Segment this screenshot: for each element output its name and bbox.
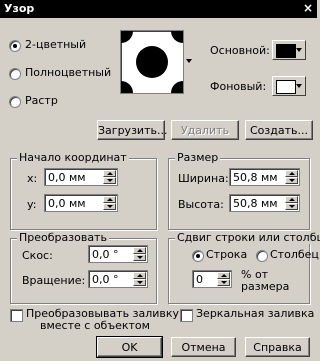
offset-column-label[interactable]: Столбец [270,248,319,261]
load-button[interactable]: Загрузить... [97,120,167,140]
origin-y-value: 0,0 мм [48,197,86,210]
size-height-spinner[interactable] [285,196,298,210]
title-bar: Узор × [0,0,317,18]
rotate-field[interactable]: 0,0 ° [88,270,148,288]
offset-row-label[interactable]: Строка [206,248,247,261]
origin-y-field[interactable]: 0,0 мм [44,194,118,212]
skew-value: 0,0 ° [92,248,119,261]
radio-2color-label[interactable]: 2-цветный [25,38,86,51]
radio-fullcolor[interactable] [9,68,21,80]
offset-spinner[interactable] [217,272,230,286]
size-height-label: Высота: [178,198,224,211]
size-width-value: 50,8 мм [233,171,278,184]
background-color-label: Фоновый: [210,80,267,93]
foreground-color-picker[interactable] [272,40,306,60]
foreground-color-label: Основной: [210,44,270,57]
origin-y-spinner[interactable] [103,196,116,210]
foreground-swatch [276,44,296,58]
mirror-fill-checkbox[interactable] [180,309,193,322]
skew-spinner[interactable] [133,247,146,261]
origin-y-label: y: [27,198,37,211]
origin-x-label: x: [27,172,38,185]
delete-button[interactable]: Удалить [171,120,239,140]
radio-fullcolor-label[interactable]: Полноцветный [25,66,111,79]
close-icon[interactable]: × [301,1,315,15]
transform-fill-label-2[interactable]: вместе с объектом [40,319,150,332]
transform-fill-checkbox[interactable] [10,309,23,322]
pattern-preview[interactable] [120,30,184,94]
offset-row-radio[interactable] [192,250,204,262]
window-title: Узор [4,2,35,15]
size-height-field[interactable]: 50,8 мм [229,194,300,212]
offset-value-field[interactable]: 0 [192,270,232,288]
size-width-field[interactable]: 50,8 мм [229,168,300,186]
origin-x-spinner[interactable] [103,170,116,184]
size-legend: Размер [175,151,221,164]
transform-legend: Преобразовать [17,231,109,244]
skew-label: Скос: [22,249,53,262]
rotate-label: Вращение: [22,274,86,287]
offset-legend: Сдвиг строки или столбца [175,231,320,244]
ok-button[interactable]: OK [96,336,163,358]
radio-bitmap[interactable] [9,96,21,108]
origin-x-value: 0,0 мм [48,171,86,184]
mirror-fill-label[interactable]: Зеркальная заливка [196,307,314,320]
size-width-label: Ширина: [178,172,229,185]
background-color-picker[interactable] [272,76,306,96]
chevron-down-icon [296,48,302,52]
origin-x-field[interactable]: 0,0 мм [44,168,118,186]
offset-column-radio[interactable] [256,250,268,262]
background-swatch [276,80,296,94]
pattern-preview-image [121,31,183,93]
chevron-down-icon [296,84,302,88]
cancel-button[interactable]: Отмена [171,337,236,357]
offset-value: 0 [196,273,203,286]
radio-bitmap-label[interactable]: Растр [25,94,58,107]
preview-dropdown-icon[interactable] [186,59,192,63]
size-width-spinner[interactable] [285,170,298,184]
rotate-value: 0,0 ° [92,273,119,286]
create-button[interactable]: Создать... [245,120,313,140]
help-button[interactable]: Справка [245,337,310,357]
offset-unit-line2: размера [241,280,290,293]
size-height-value: 50,8 мм [233,197,278,210]
radio-2color[interactable] [9,40,21,52]
rotate-spinner[interactable] [133,272,146,286]
skew-field[interactable]: 0,0 ° [88,245,148,263]
origin-legend: Начало координат [17,151,129,164]
